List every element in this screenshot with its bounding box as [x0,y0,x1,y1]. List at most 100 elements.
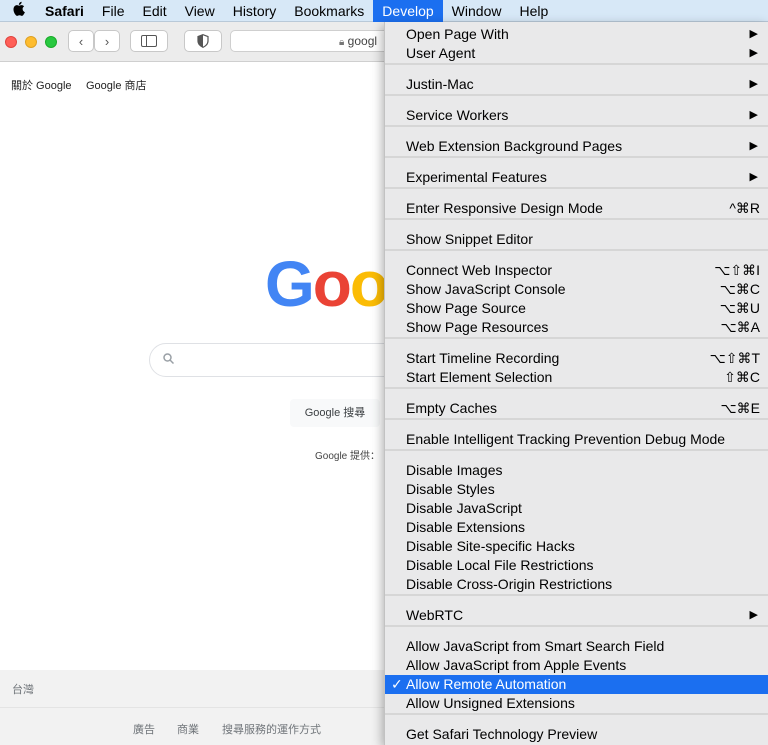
menu-item-label: Disable Cross-Origin Restrictions [406,576,613,592]
menu-separator [385,625,768,627]
menu-item-label: Disable Local File Restrictions [406,557,594,573]
minimize-window-button[interactable] [25,36,37,48]
menu-item-disable-site-specific-hacks[interactable]: Disable Site-specific Hacks [385,537,768,556]
privacy-report-button[interactable] [184,30,222,52]
menu-item-label: Allow Unsigned Extensions [406,695,575,711]
menu-item-label: Connect Web Inspector [406,262,553,278]
menu-item-label: Allow JavaScript from Apple Events [406,657,627,673]
menu-item-label: Empty Caches [406,400,498,416]
menu-help[interactable]: Help [510,0,557,22]
address-bar[interactable]: 🔒︎ googl [230,30,400,52]
menu-edit[interactable]: Edit [133,0,175,22]
menu-view[interactable]: View [176,0,224,22]
menu-item-label: Get Safari Technology Preview [406,726,598,742]
develop-menu: Open Page With ▶ User Agent ▶ Justin-Mac ▶ Ser… [384,22,768,745]
menu-develop[interactable]: Develop [373,0,443,22]
menu-file[interactable]: File [93,0,134,22]
submenu-arrow-icon: ▶ [749,109,758,121]
menu-item-label: Enter Responsive Design Mode [406,200,603,216]
chevron-right-icon: › [104,33,110,49]
menu-item-connect-web-inspector[interactable]: Connect Web Inspector ⌥⇧⌘I [385,261,768,280]
menu-item-show-javascript-console[interactable]: Show JavaScript Console ⌥⌘C [385,280,768,299]
menu-item-label: Allow Remote Automation [406,676,567,692]
menu-item-web-extension-background-pages[interactable]: Web Extension Background Pages ▶ [385,137,768,156]
address-text: googl [347,34,378,48]
apple-menu-icon[interactable] [0,1,36,20]
footer-link-how-search-works[interactable]: 搜尋服務的運作方式 [222,721,321,737]
menu-separator [385,218,768,220]
menu-item-start-element-selection[interactable]: Start Element Selection ⇧⌘C [385,368,768,387]
google-store-link[interactable]: Google 商店 [86,77,147,93]
menu-item-allow-remote-automation[interactable]: ✓ Allow Remote Automation [385,675,768,694]
menu-item-disable-extensions[interactable]: Disable Extensions [385,518,768,537]
keyboard-shortcut: ⌥⇧⌘T [709,350,760,366]
keyboard-shortcut: ⇧⌘C [724,369,760,385]
submenu-arrow-icon: ▶ [749,47,758,59]
menu-bookmarks[interactable]: Bookmarks [285,0,373,22]
menu-item-label: Disable Styles [406,481,495,497]
menu-item-label: WebRTC [406,607,464,623]
about-google-link[interactable]: 關於 Google [11,77,72,93]
checkmark-icon: ✓ [391,676,403,692]
back-button[interactable]: ‹ [68,30,94,52]
menu-separator [385,249,768,251]
keyboard-shortcut: ⌥⌘A [720,319,760,335]
menu-item-show-snippet-editor[interactable]: Show Snippet Editor [385,230,768,249]
menu-item-allow-javascript-from-apple-events[interactable]: Allow JavaScript from Apple Events [385,656,768,675]
menu-item-label: Enable Intelligent Tracking Prevention D… [406,431,726,447]
keyboard-shortcut: ⌥⌘U [719,300,760,316]
menu-bar: Safari File Edit View History Bookmarks … [0,0,768,22]
zoom-window-button[interactable] [45,36,57,48]
menu-item-label: Start Element Selection [406,369,553,385]
menu-window[interactable]: Window [443,0,511,22]
menu-item-label: User Agent [406,45,476,61]
keyboard-shortcut: ⌥⇧⌘I [714,262,760,278]
menu-item-disable-images[interactable]: Disable Images [385,461,768,480]
menu-item-label: Disable Extensions [406,519,526,535]
sidebar-toggle-button[interactable] [130,30,168,52]
menu-item-enable-intelligent-tracking-prevention-debug-mode[interactable]: Enable Intelligent Tracking Prevention D… [385,430,768,449]
menu-history[interactable]: History [224,0,286,22]
google-search-button[interactable]: Google 搜尋 [290,399,380,427]
menu-item-show-page-resources[interactable]: Show Page Resources ⌥⌘A [385,318,768,337]
submenu-arrow-icon: ▶ [749,609,758,621]
keyboard-shortcut: ^⌘R [729,200,760,216]
menu-item-allow-unsigned-extensions[interactable]: Allow Unsigned Extensions [385,694,768,713]
menu-item-experimental-features[interactable]: Experimental Features ▶ [385,168,768,187]
menu-item-justin-mac[interactable]: Justin-Mac ▶ [385,75,768,94]
menu-item-label: Disable Images [406,462,503,478]
chevron-left-icon: ‹ [78,33,84,49]
menu-item-label: Experimental Features [406,169,547,185]
menu-item-label: Show Page Source [406,300,526,316]
menu-item-empty-caches[interactable]: Empty Caches ⌥⌘E [385,399,768,418]
menu-item-label: Web Extension Background Pages [406,138,623,154]
footer-link-business[interactable]: 商業 [177,721,199,737]
keyboard-shortcut: ⌥⌘C [719,281,760,297]
logo-letter: G [265,248,315,320]
menu-item-start-timeline-recording[interactable]: Start Timeline Recording ⌥⇧⌘T [385,349,768,368]
submenu-arrow-icon: ▶ [749,140,758,152]
forward-button[interactable]: › [94,30,120,52]
close-window-button[interactable] [5,36,17,48]
menu-item-get-safari-technology-preview[interactable]: Get Safari Technology Preview [385,725,768,744]
menu-item-open-page-with[interactable]: Open Page With ▶ [385,25,768,44]
menu-separator [385,187,768,189]
menu-item-disable-cross-origin-restrictions[interactable]: Disable Cross-Origin Restrictions [385,575,768,594]
menu-item-allow-javascript-from-smart-search-field[interactable]: Allow JavaScript from Smart Search Field [385,637,768,656]
menu-item-disable-javascript[interactable]: Disable JavaScript [385,499,768,518]
menu-item-disable-styles[interactable]: Disable Styles [385,480,768,499]
menu-item-enter-responsive-design-mode[interactable]: Enter Responsive Design Mode ^⌘R [385,199,768,218]
menu-safari[interactable]: Safari [36,0,93,22]
menu-item-webrtc[interactable]: WebRTC ▶ [385,606,768,625]
menu-item-label: Open Page With [406,26,509,42]
footer-link-ads[interactable]: 廣告 [133,721,155,737]
menu-item-disable-local-file-restrictions[interactable]: Disable Local File Restrictions [385,556,768,575]
menu-item-label: Allow JavaScript from Smart Search Field [406,638,665,654]
menu-item-service-workers[interactable]: Service Workers ▶ [385,106,768,125]
menu-separator [385,594,768,596]
menu-separator [385,125,768,127]
menu-item-label: Show Page Resources [406,319,549,335]
menu-item-show-page-source[interactable]: Show Page Source ⌥⌘U [385,299,768,318]
menu-separator [385,63,768,65]
menu-item-user-agent[interactable]: User Agent ▶ [385,44,768,63]
